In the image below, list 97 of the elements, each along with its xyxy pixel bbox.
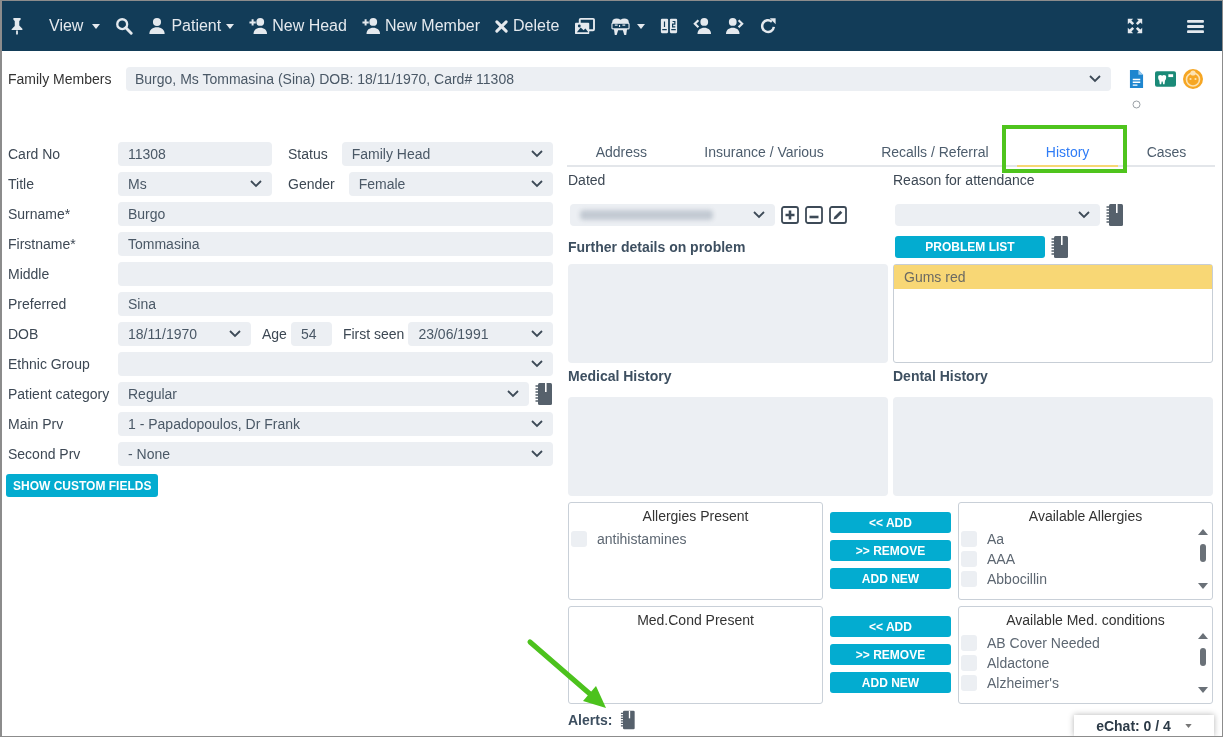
- field-label: First seen: [341, 326, 406, 342]
- chevron-down-icon: [1089, 75, 1101, 83]
- select-field[interactable]: Ms: [118, 172, 272, 196]
- field-label: Status: [287, 146, 329, 162]
- select-field[interactable]: 1 - Papadopoulos, Dr Frank: [118, 412, 553, 436]
- select-field[interactable]: Regular: [118, 382, 529, 406]
- chevron-down-icon: [531, 150, 543, 158]
- section-label: Further details on problem: [568, 239, 747, 255]
- field-label: Card No: [7, 146, 62, 162]
- section-label: Dental History: [893, 368, 989, 384]
- field-label: Age: [261, 326, 288, 342]
- chevron-down-icon: [531, 360, 543, 368]
- text-field[interactable]: Burgo: [118, 202, 553, 226]
- tab[interactable]: Insurance / Various: [675, 139, 853, 167]
- remove-icon[interactable]: [805, 206, 823, 224]
- tooth-icon[interactable]: [610, 16, 632, 36]
- text-field[interactable]: 54: [290, 322, 332, 346]
- chevron-down-icon: [531, 180, 543, 188]
- split-cards-icon[interactable]: [660, 17, 679, 35]
- field-label: Patient category: [7, 386, 111, 402]
- new-member-button[interactable]: New Member: [361, 17, 481, 35]
- notebook-icon[interactable]: [535, 382, 553, 406]
- item-label: AAA: [987, 551, 1015, 567]
- text-field[interactable]: Tommasina: [118, 232, 553, 256]
- item-label: Aldactone: [987, 655, 1050, 671]
- refresh-icon[interactable]: [759, 17, 778, 35]
- add-icon[interactable]: [781, 206, 799, 224]
- chevron-down-icon: [250, 180, 262, 188]
- field-label: Surname*: [7, 206, 72, 222]
- item-label: Alzheimer's: [987, 675, 1059, 691]
- tab[interactable]: Cases: [1118, 139, 1215, 167]
- field-label: Second Prv: [7, 446, 82, 462]
- tab[interactable]: Address: [567, 139, 676, 167]
- user-icon: [148, 17, 167, 35]
- echat-tab[interactable]: eChat: 0 / 4: [1074, 715, 1214, 736]
- list-title: Allergies Present: [641, 508, 750, 524]
- notebook-icon[interactable]: [1106, 203, 1124, 227]
- list-title: Available Med. conditions: [1005, 612, 1166, 628]
- chevron-down-icon: [753, 211, 765, 219]
- edit-icon[interactable]: [829, 206, 847, 224]
- list-title: Available Allergies: [1027, 508, 1144, 524]
- field-label: DOB: [7, 326, 40, 342]
- field-label: Family Members: [8, 70, 113, 89]
- field-label: Preferred: [7, 296, 68, 312]
- chevron-down-icon: [531, 420, 543, 428]
- select-field[interactable]: Female: [348, 172, 553, 196]
- expand-icon[interactable]: [1126, 17, 1144, 35]
- section-label: Alerts:: [568, 712, 613, 728]
- ring-icon: [1132, 100, 1141, 109]
- field-label: Reason for attendance: [893, 171, 1036, 189]
- field-label: Title: [7, 176, 35, 192]
- tooth-card-icon[interactable]: [1155, 71, 1176, 87]
- field-label: Main Prv: [7, 416, 65, 432]
- chevron-down-icon: [531, 330, 543, 338]
- item-label: Abbocillin: [987, 571, 1047, 587]
- field-label: Middle: [7, 266, 51, 282]
- user-right-icon[interactable]: [726, 17, 745, 35]
- patient-menu-button[interactable]: Patient: [148, 17, 235, 35]
- new-head-button[interactable]: New Head: [249, 17, 347, 35]
- caret-icon: [1184, 723, 1192, 728]
- text-field[interactable]: 11308: [118, 142, 272, 166]
- tab[interactable]: History: [1017, 139, 1118, 167]
- item-label: antihistamines: [597, 531, 687, 547]
- chevron-down-icon: [531, 450, 543, 458]
- close-icon: [495, 19, 509, 33]
- section-label: Medical History: [568, 368, 673, 384]
- text-field[interactable]: Sina: [118, 292, 553, 316]
- notebook-icon[interactable]: [1051, 235, 1069, 259]
- select-field[interactable]: 23/06/1991: [408, 322, 553, 346]
- list-title: Med.Cond Present: [636, 612, 755, 628]
- tab[interactable]: Recalls / Referral: [852, 139, 1018, 167]
- chevron-down-icon: [229, 330, 241, 338]
- field-label: Dated: [568, 171, 607, 189]
- select-field[interactable]: 18/11/1970: [118, 322, 251, 346]
- field-label: Firstname*: [7, 236, 77, 252]
- caret-icon[interactable]: [637, 23, 646, 29]
- select-field[interactable]: Family Head: [341, 142, 553, 166]
- item-label: Aa: [987, 531, 1005, 547]
- search-icon[interactable]: [115, 17, 134, 35]
- menu-icon[interactable]: [1187, 18, 1204, 34]
- gallery-icon[interactable]: [574, 16, 596, 36]
- user-plus-icon: [361, 17, 380, 35]
- field-label: Ethnic Group: [7, 356, 91, 372]
- family-member-select[interactable]: Burgo, Ms Tommasina (Sina) DOB: 18/11/1970, Card# 11308: [126, 67, 1111, 91]
- chevron-down-icon: [1078, 211, 1090, 219]
- view-menu-button[interactable]: View: [49, 17, 101, 35]
- item-label: AB Cover Needed: [987, 635, 1100, 651]
- select-field[interactable]: [118, 352, 553, 376]
- user-plus-icon: [249, 17, 268, 35]
- chevron-down-icon: [507, 390, 519, 398]
- delete-button[interactable]: Delete: [495, 17, 560, 35]
- document-icon[interactable]: [1129, 69, 1144, 89]
- user-left-icon[interactable]: [693, 17, 712, 35]
- select-field[interactable]: - None: [118, 442, 553, 466]
- notebook-icon[interactable]: [620, 710, 637, 730]
- list-item[interactable]: Gums red: [894, 265, 1212, 289]
- field-label: Gender: [287, 176, 336, 192]
